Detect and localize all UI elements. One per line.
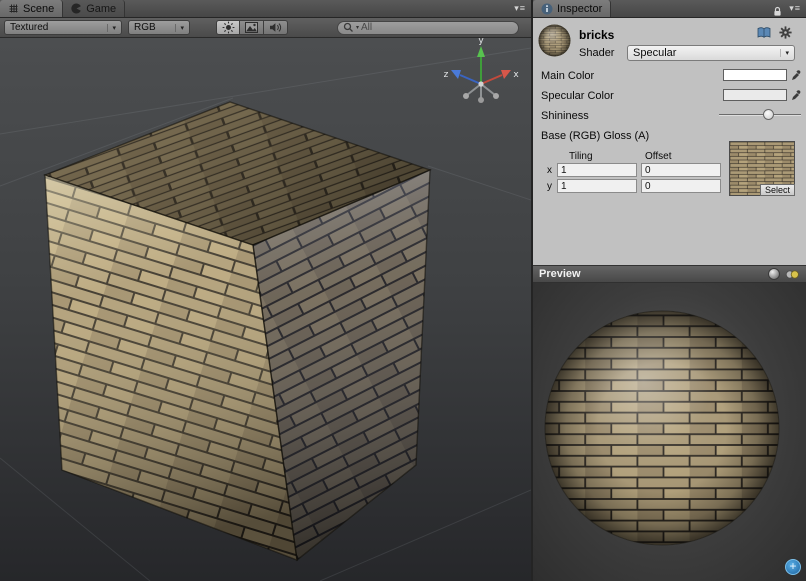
inspector-panel: Inspector ▾≡ bricks Shader Specular ▾ xyxy=(533,0,806,581)
preview-header-icons xyxy=(768,268,800,280)
inspector-panel-menu-icon[interactable]: ▾≡ xyxy=(784,0,806,17)
material-name: bricks xyxy=(579,28,614,42)
chevron-down-icon: ▾ xyxy=(175,24,184,32)
material-thumbnail[interactable] xyxy=(538,24,571,57)
tab-scene[interactable]: Scene xyxy=(0,0,63,17)
scene-tabbar: Scene Game ▾≡ xyxy=(0,0,531,18)
texture-slot-label: Base (RGB) Gloss (A) xyxy=(541,130,649,142)
color-mode-value: RGB xyxy=(134,22,156,33)
axis-x-label: x xyxy=(513,70,519,80)
axis-gizmo-center[interactable] xyxy=(478,81,483,86)
axis-y-cone[interactable] xyxy=(477,46,485,57)
gear-icon[interactable] xyxy=(779,26,792,39)
axis-gizmo-neg-cone[interactable] xyxy=(478,97,484,103)
shader-dropdown[interactable]: Specular ▾ xyxy=(627,45,795,61)
axis-z-cone[interactable] xyxy=(451,70,461,79)
search-filter-dropdown-icon[interactable]: ▾ xyxy=(356,24,359,31)
texture-select-button[interactable]: Select xyxy=(760,184,795,196)
tab-inspector[interactable]: Inspector xyxy=(533,0,611,17)
brick-cube[interactable] xyxy=(45,102,430,560)
axis-z-label: z xyxy=(444,70,449,80)
tiling-y-input[interactable] xyxy=(557,179,637,193)
game-icon xyxy=(71,3,82,14)
eyedropper-icon[interactable] xyxy=(791,69,801,81)
shininess-slider-track[interactable] xyxy=(719,114,801,116)
axis-gizmo-neg-cone[interactable] xyxy=(463,93,469,99)
tiling-row-x-label: x xyxy=(547,165,552,176)
image-icon xyxy=(245,22,258,33)
main-color-label: Main Color xyxy=(541,70,594,82)
shininess-slider-thumb[interactable] xyxy=(763,109,774,120)
specular-color-label: Specular Color xyxy=(541,90,614,102)
inspector-tabbar: Inspector ▾≡ xyxy=(533,0,806,18)
tiling-x-input[interactable] xyxy=(557,163,637,177)
tab-game-label: Game xyxy=(86,3,116,15)
offset-header: Offset xyxy=(645,151,672,162)
sun-icon xyxy=(222,21,235,34)
help-book-icon[interactable] xyxy=(757,27,771,39)
offset-x-input[interactable] xyxy=(641,163,721,177)
tab-inspector-label: Inspector xyxy=(557,3,602,15)
speaker-icon xyxy=(269,22,282,33)
search-input[interactable] xyxy=(361,22,513,33)
draw-mode-dropdown[interactable]: Textured ▾ xyxy=(4,20,122,35)
scene-toolbar: Textured ▾ RGB ▾ xyxy=(0,18,531,38)
preview-shape-icon[interactable] xyxy=(768,268,780,280)
material-editor: bricks Shader Specular ▾ xyxy=(533,18,806,265)
unity-editor-window: Scene Game ▾≡ Textured ▾ RGB ▾ xyxy=(0,0,806,581)
scene-panel-menu-icon[interactable]: ▾≡ xyxy=(509,0,531,17)
main-color-swatch[interactable] xyxy=(723,69,787,81)
shader-value: Specular xyxy=(633,47,676,59)
preview-lighting-icon[interactable] xyxy=(785,269,800,280)
info-icon xyxy=(541,3,553,15)
scene-grid-icon xyxy=(8,3,19,14)
material-preview-sphere[interactable] xyxy=(533,283,806,581)
chevron-down-icon: ▾ xyxy=(780,49,789,57)
skybox-toggle-button[interactable] xyxy=(240,20,264,35)
shininess-slider[interactable] xyxy=(719,108,801,122)
offset-y-input[interactable] xyxy=(641,179,721,193)
axis-gizmo-neg-cone[interactable] xyxy=(493,93,499,99)
chevron-down-icon: ▾ xyxy=(107,24,116,32)
color-mode-dropdown[interactable]: RGB ▾ xyxy=(128,20,190,35)
eyedropper-icon[interactable] xyxy=(791,89,801,101)
preview-title: Preview xyxy=(539,268,581,280)
audio-toggle-button[interactable] xyxy=(264,20,288,35)
specular-color-swatch[interactable] xyxy=(723,89,787,101)
scene-search[interactable]: ▾ xyxy=(337,21,519,35)
scene-viewport-canvas[interactable]: y x z xyxy=(0,38,531,581)
texture-thumbnail[interactable]: Select xyxy=(729,141,795,196)
axis-y-label: y xyxy=(478,38,484,46)
tiling-header: Tiling xyxy=(569,151,593,162)
lock-icon[interactable] xyxy=(773,6,782,17)
scene-viewport[interactable]: y x z xyxy=(0,38,531,581)
shader-label: Shader xyxy=(579,47,614,59)
shininess-label: Shininess xyxy=(541,110,589,122)
material-thumbnail-sphere xyxy=(538,24,571,57)
search-icon xyxy=(343,22,354,33)
lighting-toggle-button[interactable] xyxy=(216,20,240,35)
draw-mode-value: Textured xyxy=(10,22,48,33)
axis-gizmo[interactable]: y x z xyxy=(444,38,520,103)
tiling-row-y-label: y xyxy=(547,181,552,192)
scene-panel: Scene Game ▾≡ Textured ▾ RGB ▾ xyxy=(0,0,531,581)
scene-toggle-group xyxy=(216,20,288,35)
tab-game[interactable]: Game xyxy=(63,0,125,17)
axis-x-cone[interactable] xyxy=(501,70,511,79)
preview-header[interactable]: Preview xyxy=(533,265,806,283)
add-button[interactable]: + xyxy=(785,559,801,575)
tab-scene-label: Scene xyxy=(23,3,54,15)
material-preview-area[interactable]: + xyxy=(533,283,806,581)
